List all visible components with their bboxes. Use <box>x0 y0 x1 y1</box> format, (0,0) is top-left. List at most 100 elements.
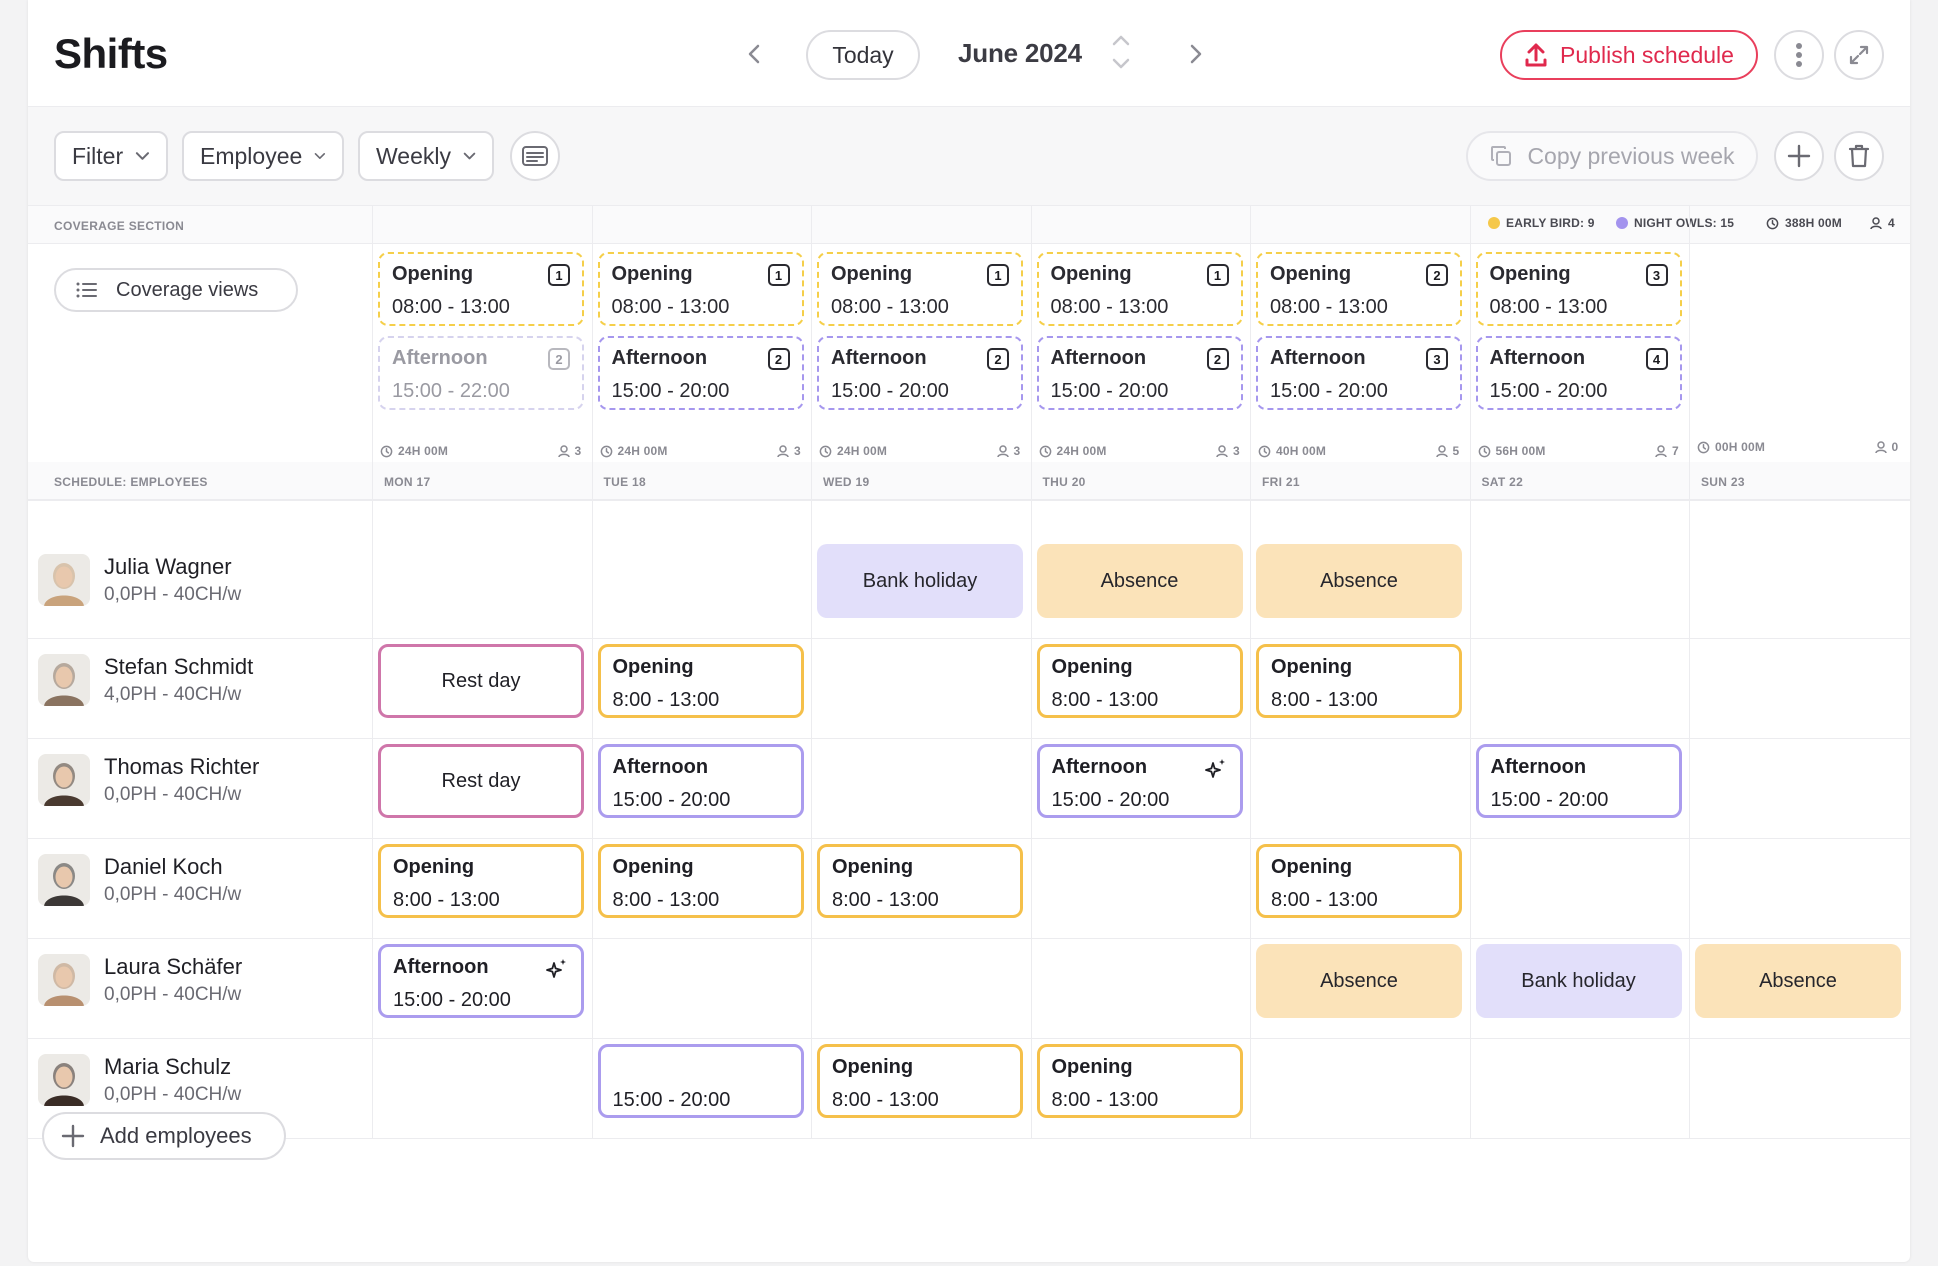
employee-name[interactable]: Julia Wagner <box>104 554 232 580</box>
plus-icon <box>1787 144 1811 168</box>
absence-label: Absence <box>1320 969 1398 992</box>
afternoon-shift[interactable]: 15:00 - 20:00 <box>597 1044 804 1118</box>
coverage-count-badge: 4 <box>1645 348 1668 370</box>
early-bird-legend: EARLY BIRD: 9 <box>1488 216 1595 230</box>
employee-name[interactable]: Stefan Schmidt <box>104 654 253 680</box>
coverage-shift-name: Opening <box>831 263 913 285</box>
avatar[interactable] <box>38 854 90 906</box>
absence-block[interactable]: Absence <box>1256 544 1462 618</box>
filter-dropdown[interactable]: Filter <box>54 131 168 181</box>
bank-holiday-block[interactable]: Bank holiday <box>1475 944 1682 1018</box>
employee-hours: 0,0PH - 40CH/w <box>104 984 242 1005</box>
coverage-opening-card[interactable]: Opening 08:00 - 13:00 1 <box>597 252 804 326</box>
coverage-opening-card[interactable]: Opening 08:00 - 13:00 1 <box>378 252 584 326</box>
person-icon <box>1435 444 1448 457</box>
clock-icon <box>819 445 832 457</box>
coverage-people: 3 <box>1216 444 1240 458</box>
shifts-panel: Shifts Today June 2024 Publish schedule … <box>28 0 1910 1262</box>
opening-shift[interactable]: Opening 8:00 - 13:00 <box>378 844 584 918</box>
opening-shift[interactable]: Opening 8:00 - 13:00 <box>1036 1044 1243 1118</box>
afternoon-shift[interactable]: Afternoon 15:00 - 20:00 <box>597 744 804 818</box>
rest-day-shift[interactable]: Rest day <box>378 744 584 818</box>
opening-shift[interactable]: Opening 8:00 - 13:00 <box>817 844 1023 918</box>
opening-shift[interactable]: Opening 8:00 - 13:00 <box>817 1044 1023 1118</box>
employee-name[interactable]: Maria Schulz <box>104 1054 231 1080</box>
employee-name[interactable]: Thomas Richter <box>104 754 259 780</box>
coverage-views-button[interactable]: Coverage views <box>54 268 298 312</box>
coverage-people: 0 <box>1874 440 1899 454</box>
coverage-opening-card[interactable]: Opening 08:00 - 13:00 2 <box>1256 252 1462 326</box>
card-list-icon <box>522 146 548 166</box>
coverage-shift-name: Opening <box>1489 263 1571 285</box>
rest-day-shift[interactable]: Rest day <box>378 644 584 718</box>
coverage-opening-card[interactable]: Opening 08:00 - 13:00 3 <box>1475 252 1682 326</box>
absence-block[interactable]: Absence <box>1695 944 1901 1018</box>
opening-shift[interactable]: Opening 8:00 - 13:00 <box>597 644 804 718</box>
coverage-afternoon-card[interactable]: Afternoon 15:00 - 20:00 3 <box>1256 336 1462 410</box>
coverage-afternoon-card[interactable]: Afternoon 15:00 - 20:00 2 <box>1036 336 1243 410</box>
coverage-shift-name: Afternoon <box>392 347 488 369</box>
person-avatar-icon <box>38 754 90 806</box>
absence-block[interactable]: Absence <box>1256 944 1462 1018</box>
delete-button[interactable] <box>1834 131 1884 181</box>
shift-name: Opening <box>612 856 694 878</box>
coverage-count-badge: 2 <box>987 348 1009 370</box>
coverage-hours-value: 40H 00M <box>1276 444 1327 458</box>
coverage-shift-time: 08:00 - 13:00 <box>1489 296 1608 318</box>
afternoon-shift[interactable]: Afternoon 15:00 - 20:00 <box>1036 744 1243 818</box>
bank-holiday-label: Bank holiday <box>862 569 978 592</box>
bank-holiday-block[interactable]: Bank holiday <box>817 544 1023 618</box>
avatar[interactable] <box>38 754 90 806</box>
avatar[interactable] <box>38 954 90 1006</box>
shift-name: Opening <box>1051 1056 1133 1078</box>
add-employees-button[interactable]: Add employees <box>42 1112 286 1160</box>
afternoon-shift[interactable]: Afternoon 15:00 - 20:00 <box>378 944 584 1018</box>
employee-name[interactable]: Laura Schäfer <box>104 954 242 980</box>
sparkle-icon-wrap <box>545 957 569 986</box>
purple-dot-icon <box>1616 217 1628 229</box>
opening-shift[interactable]: Opening 8:00 - 13:00 <box>1036 644 1243 718</box>
today-button[interactable]: Today <box>806 30 920 80</box>
coverage-count-badge: 1 <box>548 264 570 286</box>
employee-dropdown[interactable]: Employee <box>182 131 344 181</box>
period-dropdown[interactable]: Weekly <box>358 131 494 181</box>
more-options-button[interactable] <box>1774 30 1824 80</box>
coverage-people-value: 3 <box>1233 444 1240 458</box>
next-week-button[interactable] <box>1176 34 1216 74</box>
add-button[interactable] <box>1774 131 1824 181</box>
coverage-shift-time: 08:00 - 13:00 <box>611 296 730 318</box>
coverage-afternoon-card[interactable]: Afternoon 15:00 - 22:00 2 <box>378 336 584 410</box>
coverage-shift-name: Opening <box>611 263 693 285</box>
column-divider <box>811 206 812 1138</box>
row-divider <box>28 838 1910 839</box>
shift-name: Opening <box>832 1056 914 1078</box>
avatar[interactable] <box>38 554 90 606</box>
expand-button[interactable] <box>1834 30 1884 80</box>
opening-shift[interactable]: Opening 8:00 - 13:00 <box>1256 844 1462 918</box>
view-options-button[interactable] <box>510 131 560 181</box>
employee-row: Julia Wagner 0,0PH - 40CH/w <box>28 538 372 638</box>
afternoon-shift[interactable]: Afternoon 15:00 - 20:00 <box>1475 744 1682 818</box>
coverage-afternoon-card[interactable]: Afternoon 15:00 - 20:00 2 <box>817 336 1023 410</box>
coverage-opening-card[interactable]: Opening 08:00 - 13:00 1 <box>1036 252 1243 326</box>
row-divider <box>28 1038 1910 1039</box>
coverage-afternoon-card[interactable]: Afternoon 15:00 - 20:00 2 <box>597 336 804 410</box>
opening-shift[interactable]: Opening 8:00 - 13:00 <box>597 844 804 918</box>
opening-shift[interactable]: Opening 8:00 - 13:00 <box>1256 644 1462 718</box>
employee-name[interactable]: Daniel Koch <box>104 854 223 880</box>
previous-week-button[interactable] <box>734 34 774 74</box>
month-stepper[interactable] <box>1108 30 1134 74</box>
shift-time: 8:00 - 13:00 <box>832 889 939 911</box>
avatar[interactable] <box>38 1054 90 1106</box>
coverage-opening-card[interactable]: Opening 08:00 - 13:00 1 <box>817 252 1023 326</box>
coverage-afternoon-card[interactable]: Afternoon 15:00 - 20:00 4 <box>1475 336 1682 410</box>
shift-name: Opening <box>1271 856 1353 878</box>
copy-previous-week-button[interactable]: Copy previous week <box>1466 131 1758 181</box>
absence-block[interactable]: Absence <box>1036 544 1243 618</box>
coverage-shift-time: 15:00 - 20:00 <box>611 380 730 402</box>
coverage-hours: 56H 00M <box>1478 444 1546 458</box>
publish-schedule-button[interactable]: Publish schedule <box>1500 30 1758 80</box>
coverage-shift-time: 08:00 - 13:00 <box>392 296 510 318</box>
avatar[interactable] <box>38 654 90 706</box>
row-divider <box>28 738 1910 739</box>
